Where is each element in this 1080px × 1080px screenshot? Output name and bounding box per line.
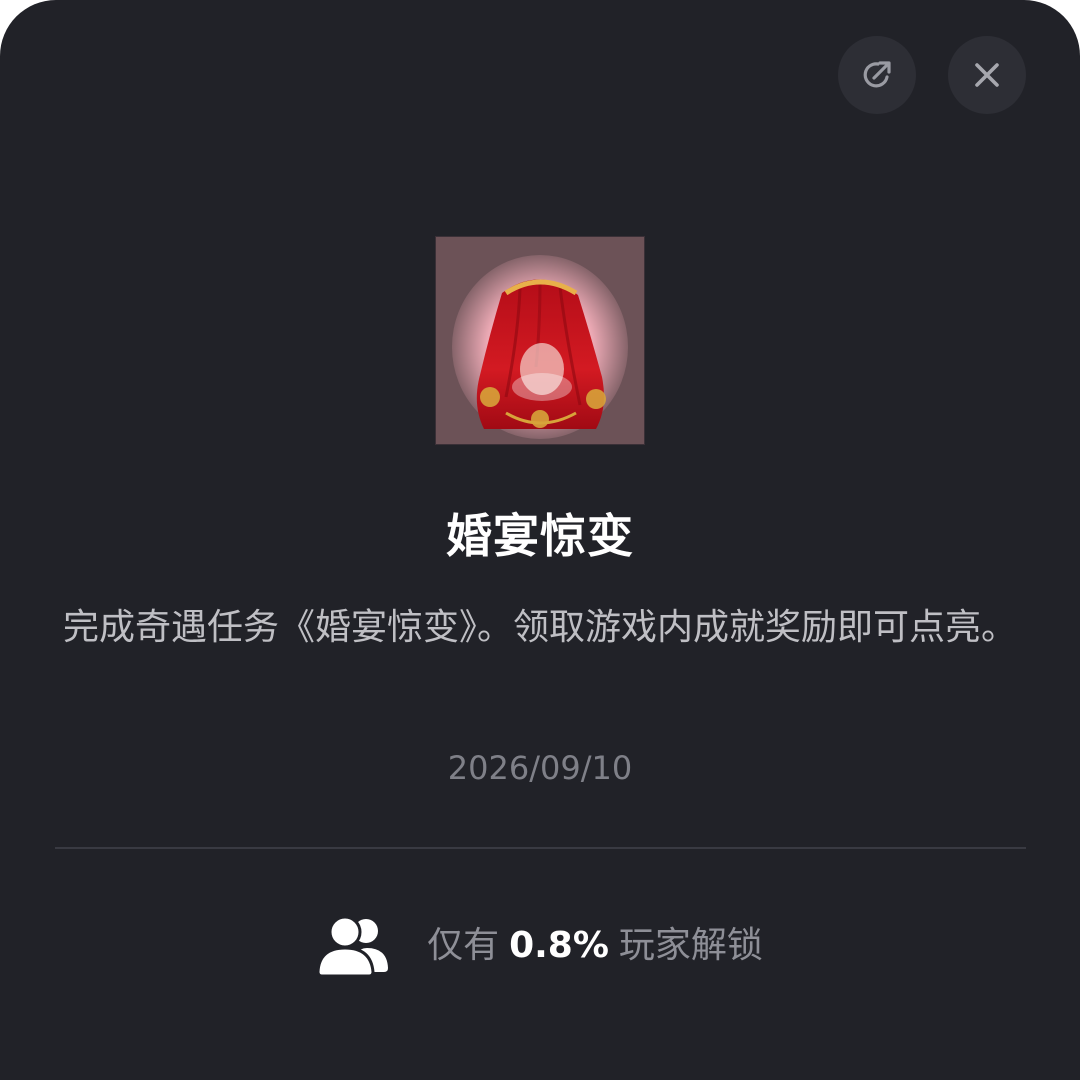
divider: [55, 847, 1026, 849]
achievement-description: 完成奇遇任务《婚宴惊变》。领取游戏内成就奖励即可点亮。: [62, 607, 1017, 648]
close-icon: [975, 63, 999, 87]
unlock-date: 2026/09/10: [447, 749, 633, 787]
users-icon: [317, 915, 389, 978]
unlock-rate-text: 仅有 0.8% 玩家解锁: [427, 922, 763, 970]
bride-red-veil-icon: [436, 237, 644, 444]
achievement-title: 婚宴惊变: [446, 509, 634, 563]
unlock-rate-suffix: 玩家解锁: [618, 925, 763, 966]
close-button[interactable]: [948, 36, 1026, 114]
achievement-sheet: 婚宴惊变 完成奇遇任务《婚宴惊变》。领取游戏内成就奖励即可点亮。 2026/09…: [0, 0, 1080, 1080]
unlock-stats: 仅有 0.8% 玩家解锁: [0, 908, 1080, 984]
share-button[interactable]: [838, 36, 916, 114]
share-icon: [863, 61, 891, 88]
unlock-rate-percent: 0.8%: [509, 925, 609, 966]
unlock-rate-prefix: 仅有: [427, 925, 500, 966]
achievement-badge-image: [436, 237, 644, 444]
